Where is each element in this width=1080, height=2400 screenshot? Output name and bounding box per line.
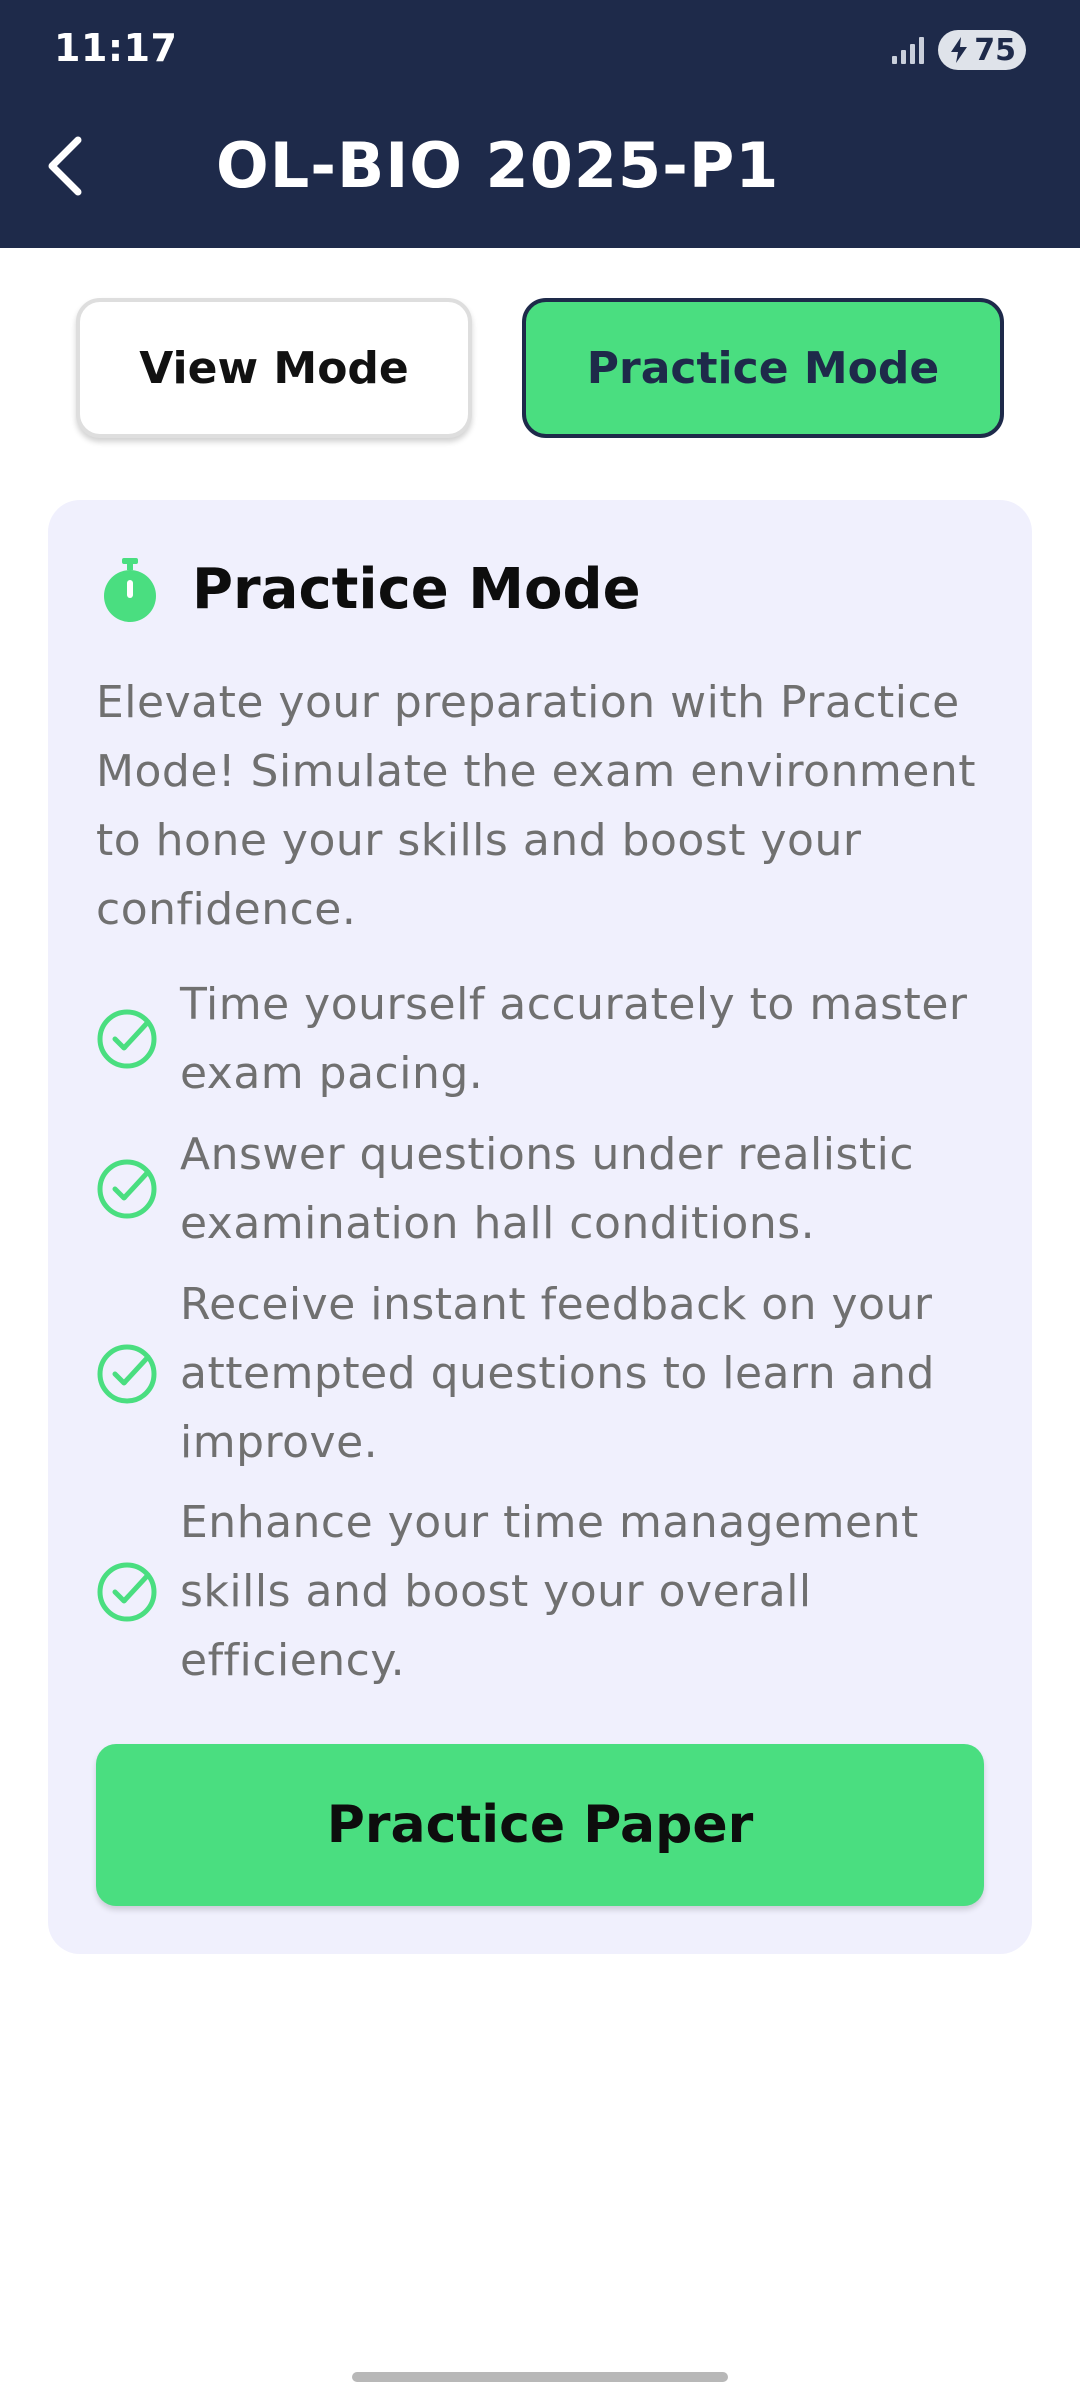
check-circle-icon: [97, 1562, 157, 1621]
feature-text: Receive instant feedback on your attempt…: [180, 1279, 935, 1468]
card-title: Practice Mode: [192, 557, 641, 622]
status-icons: 75: [892, 28, 1026, 72]
view-mode-button[interactable]: View Mode: [76, 298, 472, 438]
feature-item: Receive instant feedback on your attempt…: [96, 1270, 1016, 1477]
practice-mode-button[interactable]: Practice Mode: [522, 298, 1004, 438]
battery-charging-icon: 75: [938, 30, 1026, 70]
feature-text: Answer questions under realistic examina…: [180, 1129, 915, 1249]
practice-mode-card: Practice Mode Elevate your preparation w…: [48, 500, 1032, 1954]
charging-bolt-icon: [951, 37, 968, 63]
feature-text: Time yourself accurately to master exam …: [180, 979, 968, 1099]
battery-level: 75: [974, 32, 1016, 68]
feature-item: Enhance your time management skills and …: [96, 1488, 1016, 1695]
page-title: OL-BIO 2025-P1: [216, 129, 780, 202]
stopwatch-icon: [104, 558, 156, 622]
chevron-left-icon[interactable]: [38, 126, 94, 206]
home-indicator[interactable]: [352, 2372, 728, 2382]
check-circle-icon: [97, 1009, 157, 1069]
app-header: 11:17 75 OL-BIO 2025-P1: [0, 0, 1080, 248]
feature-item: Answer questions under realistic examina…: [96, 1120, 1016, 1258]
signal-bars-icon: [892, 36, 925, 64]
feature-item: Time yourself accurately to master exam …: [96, 970, 1016, 1108]
check-circle-icon: [97, 1159, 157, 1219]
check-circle-icon: [97, 1344, 157, 1403]
practice-paper-button[interactable]: Practice Paper: [96, 1744, 984, 1906]
status-time: 11:17: [54, 26, 178, 70]
feature-text: Enhance your time management skills and …: [180, 1497, 919, 1686]
card-description: Elevate your preparation with Practice M…: [96, 677, 976, 935]
